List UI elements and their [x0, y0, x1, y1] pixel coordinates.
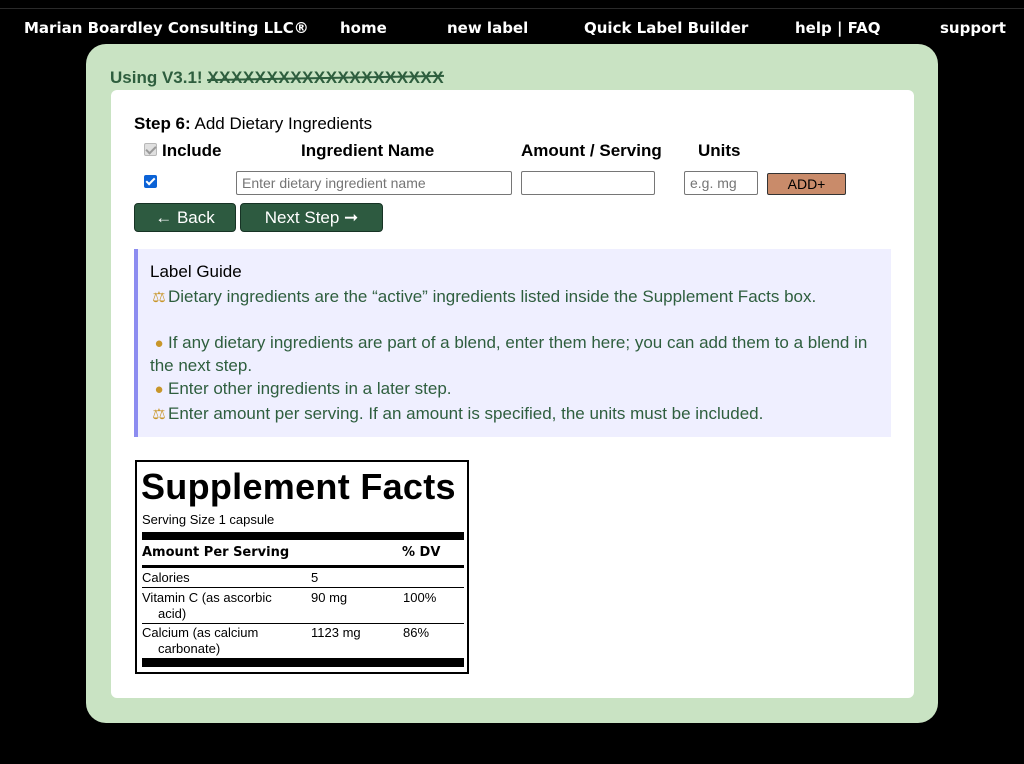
back-button[interactable]: ← Back: [134, 203, 236, 232]
facts-row-name: Calcium (as calcium carbonate): [142, 625, 259, 656]
step-title: Add Dietary Ingredients: [194, 114, 373, 133]
facts-row-divider: [142, 587, 464, 588]
label-guide-title: Label Guide: [150, 262, 242, 281]
units-input[interactable]: [684, 171, 758, 195]
facts-row-dv: 86%: [403, 625, 430, 640]
version-banner: Using V3.1! XXXXXXXXXXXXXXXXXXXX: [110, 68, 444, 88]
guide-item-text: Enter amount per serving. If an amount i…: [168, 404, 764, 423]
version-prefix: Using V3.1!: [110, 68, 203, 87]
scale-icon: ⚖: [152, 406, 166, 423]
include-all-checkbox: [144, 143, 157, 156]
serving-size: Serving Size 1 capsule: [142, 512, 275, 527]
amount-column-header: Amount / Serving: [521, 141, 662, 160]
units-column-header: Units: [698, 141, 741, 160]
facts-divider: [142, 658, 464, 667]
include-column-header: Include: [162, 141, 222, 160]
ingredient-name-input[interactable]: [236, 171, 512, 195]
guide-item: ⚖ Enter amount per serving. If an amount …: [150, 403, 880, 426]
facts-row-amount: 5: [311, 570, 319, 585]
supplement-facts-title: Supplement Facts: [141, 466, 456, 507]
nav-help-faq-link[interactable]: help | FAQ: [795, 19, 881, 37]
facts-divider: [142, 532, 464, 540]
guide-item-text: If any dietary ingredients are part of a…: [150, 333, 868, 375]
facts-row-name: Calories: [142, 570, 190, 585]
facts-row-name: Vitamin C (as ascorbic acid): [142, 590, 272, 621]
facts-divider: [142, 565, 464, 568]
ingredient-name-column-header: Ingredient Name: [301, 141, 435, 160]
nav-quick-label-builder-link[interactable]: Quick Label Builder: [584, 19, 748, 37]
facts-row-amount: 90 mg: [311, 590, 348, 605]
amount-per-serving-input[interactable]: [521, 171, 655, 195]
next-step-button[interactable]: Next Step ➞: [240, 203, 383, 232]
top-nav: Marian Boardley Consulting LLC® home new…: [0, 8, 1024, 48]
brand-name: Marian Boardley Consulting LLC®: [24, 19, 309, 37]
nav-new-label-link[interactable]: new label: [447, 19, 528, 37]
guide-item: ● Enter other ingredients in a later step…: [150, 378, 880, 401]
nav-home-link[interactable]: home: [340, 19, 387, 37]
add-ingredient-button[interactable]: ADD+: [767, 173, 846, 195]
guide-item: ● If any dietary ingredients are part of …: [150, 332, 880, 377]
nav-support-link[interactable]: support: [940, 19, 1006, 37]
guide-item-text: Dietary ingredients are the “active” ing…: [168, 287, 817, 306]
guide-item-text: Enter other ingredients in a later step.: [168, 379, 452, 398]
masked-account-id: XXXXXXXXXXXXXXXXXXXX: [207, 68, 445, 87]
scale-icon: ⚖: [152, 289, 166, 306]
guide-item: ⚖ Dietary ingredients are the “active” in…: [150, 286, 880, 309]
facts-row-divider: [142, 623, 464, 624]
step-number: Step 6:: [134, 114, 191, 133]
facts-row-amount: 1123 mg: [311, 625, 361, 640]
daily-value-header: % DV: [402, 545, 441, 560]
step-heading: Step 6: Add Dietary Ingredients: [134, 114, 372, 134]
lightbulb-icon: ●: [154, 335, 164, 352]
amount-per-serving-header: Amount Per Serving: [142, 545, 290, 560]
facts-row-dv: 100%: [403, 590, 437, 605]
lightbulb-icon: ●: [154, 381, 164, 398]
include-checkbox[interactable]: [144, 175, 157, 188]
